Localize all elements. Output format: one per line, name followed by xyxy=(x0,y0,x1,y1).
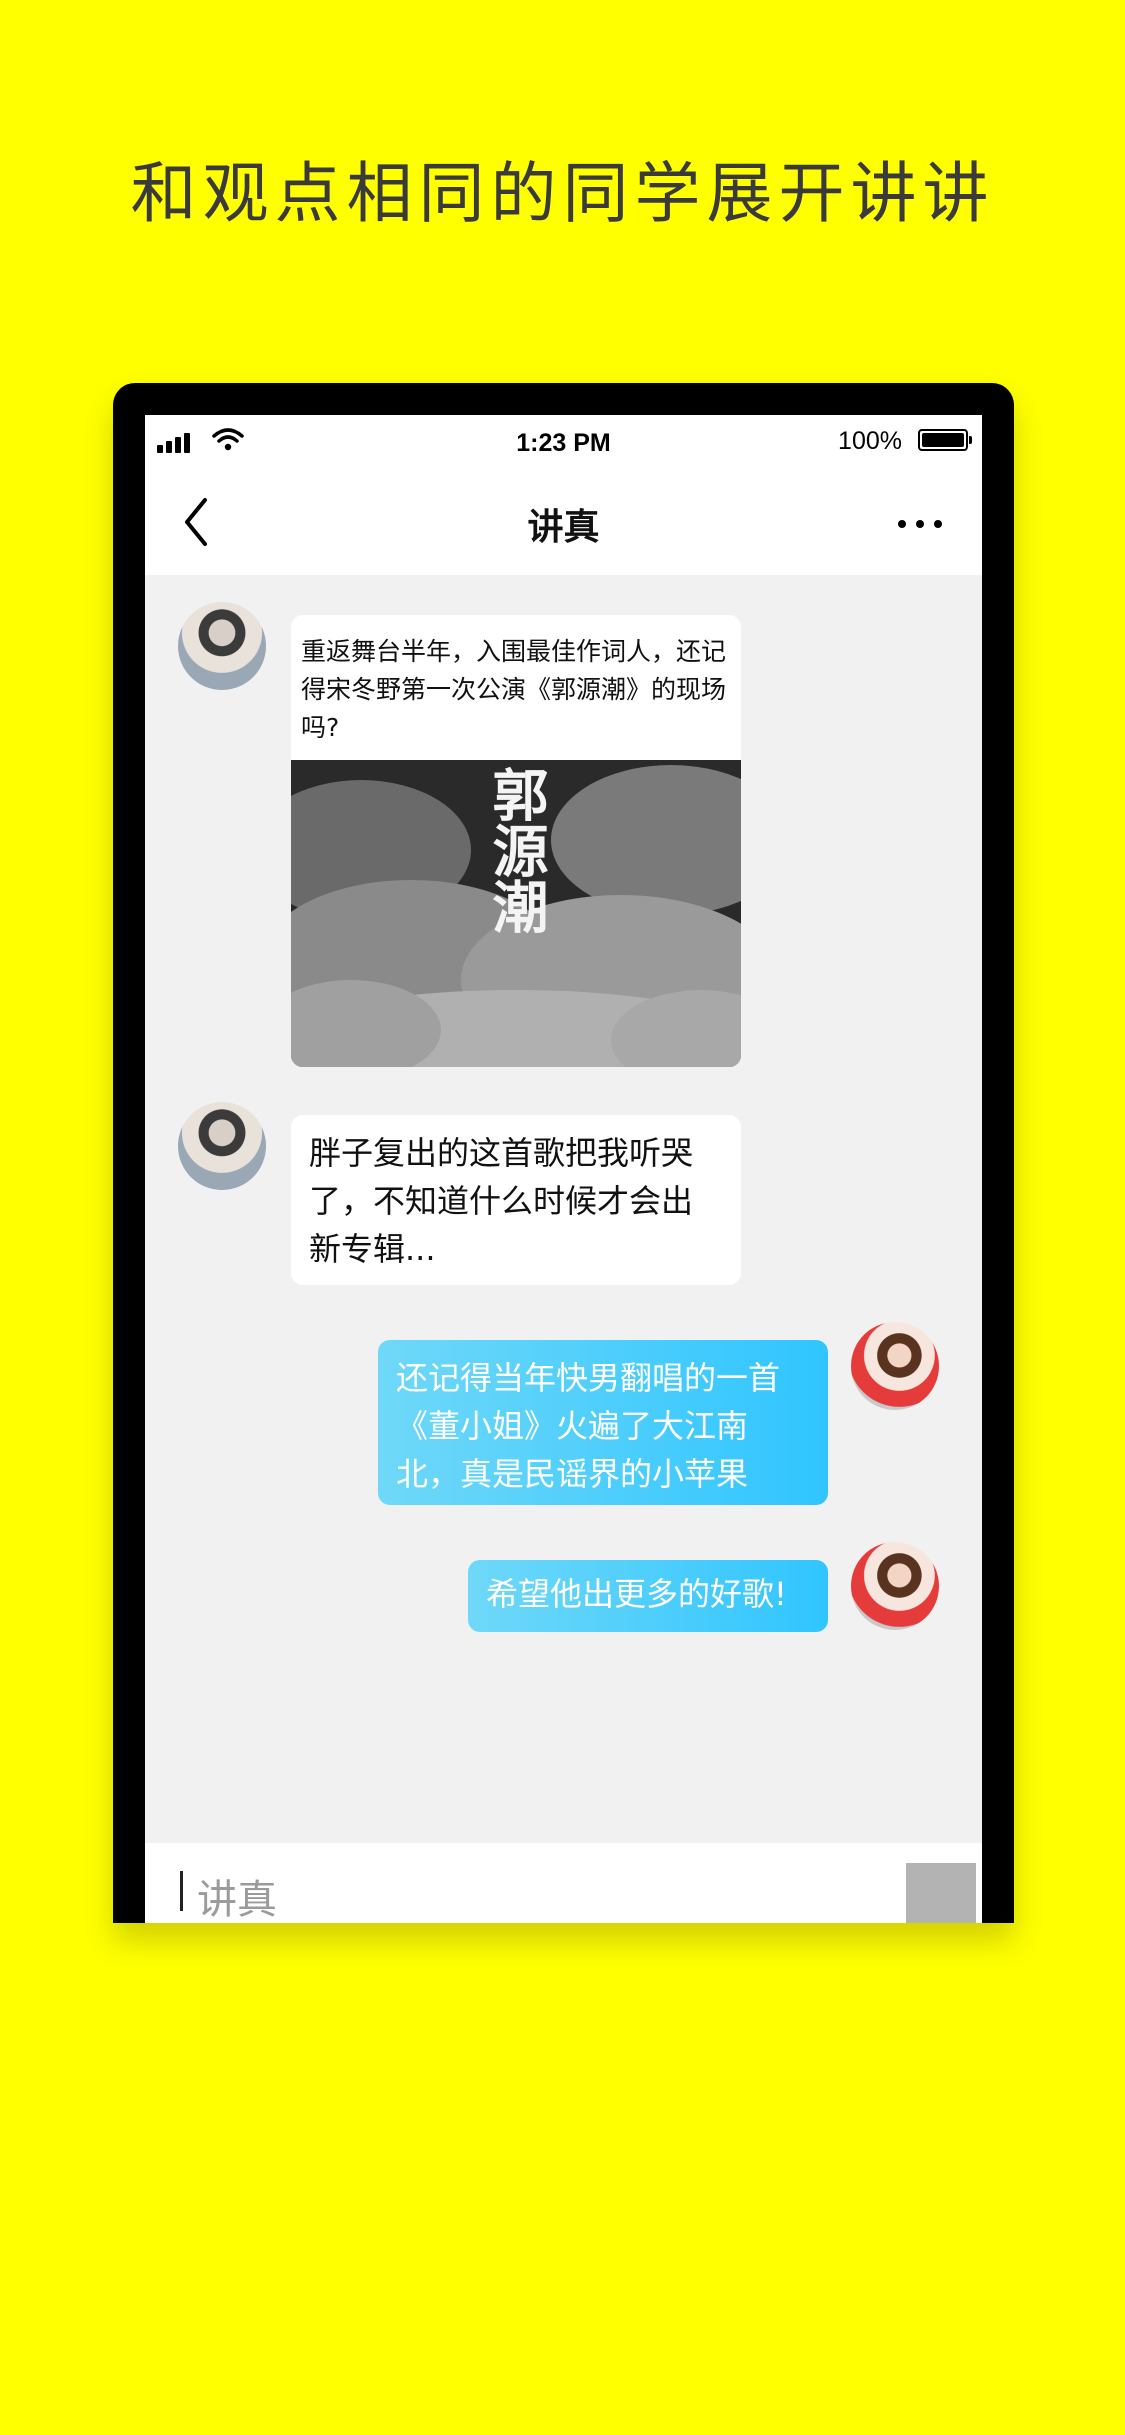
album-title-text: 郭源潮 xyxy=(483,766,549,934)
page-title: 讲真 xyxy=(527,507,600,548)
message-bubble[interactable]: 还记得当年快男翻唱的一首 《董小姐》火遍了大江南 北，真是民谣界的小苹果 xyxy=(378,1340,828,1505)
promo-headline: 和观点相同的同学展开讲讲 xyxy=(130,155,995,232)
avatar[interactable] xyxy=(178,602,266,690)
text-caret xyxy=(180,1871,183,1911)
battery-percentage: 100% xyxy=(838,427,902,455)
more-options-button[interactable] xyxy=(894,500,954,546)
message-card[interactable]: 重返舞台半年，入围最佳作词人，还记得宋冬野第一次公演《郭源潮》的现场吗? 郭源潮 xyxy=(291,615,741,1067)
send-button[interactable] xyxy=(906,1863,976,1923)
message-input-bar: 讲真 xyxy=(145,1843,982,1923)
navigation-bar: 讲真 xyxy=(145,470,982,575)
battery-icon xyxy=(918,429,972,451)
phone-frame: 1:23 PM 100% 讲真 重返舞台半年，入围最佳作词人，还记得宋冬野第一次… xyxy=(113,383,1014,1923)
message-text: 胖子复出的这首歌把我听哭 了，不知道什么时候才会出 新专辑... xyxy=(309,1134,694,1268)
album-cover-image[interactable]: 郭源潮 xyxy=(291,760,741,1067)
card-text: 重返舞台半年，入围最佳作词人，还记得宋冬野第一次公演《郭源潮》的现场吗? xyxy=(301,637,727,742)
chat-screen: 1:23 PM 100% 讲真 重返舞台半年，入围最佳作词人，还记得宋冬野第一次… xyxy=(145,415,982,1923)
album-cover-art: 郭源潮 xyxy=(291,760,741,1067)
avatar[interactable] xyxy=(851,1542,939,1630)
message-bubble[interactable]: 希望他出更多的好歌! xyxy=(468,1560,828,1632)
avatar[interactable] xyxy=(178,1102,266,1190)
avatar[interactable] xyxy=(851,1322,939,1410)
status-bar: 1:23 PM 100% xyxy=(145,415,982,470)
message-text: 希望他出更多的好歌! xyxy=(486,1575,787,1613)
message-bubble[interactable]: 胖子复出的这首歌把我听哭 了，不知道什么时候才会出 新专辑... xyxy=(291,1115,741,1285)
message-input[interactable]: 讲真 xyxy=(197,1867,277,1923)
message-text: 还记得当年快男翻唱的一首 《董小姐》火遍了大江南 北，真是民谣界的小苹果 xyxy=(396,1359,781,1493)
